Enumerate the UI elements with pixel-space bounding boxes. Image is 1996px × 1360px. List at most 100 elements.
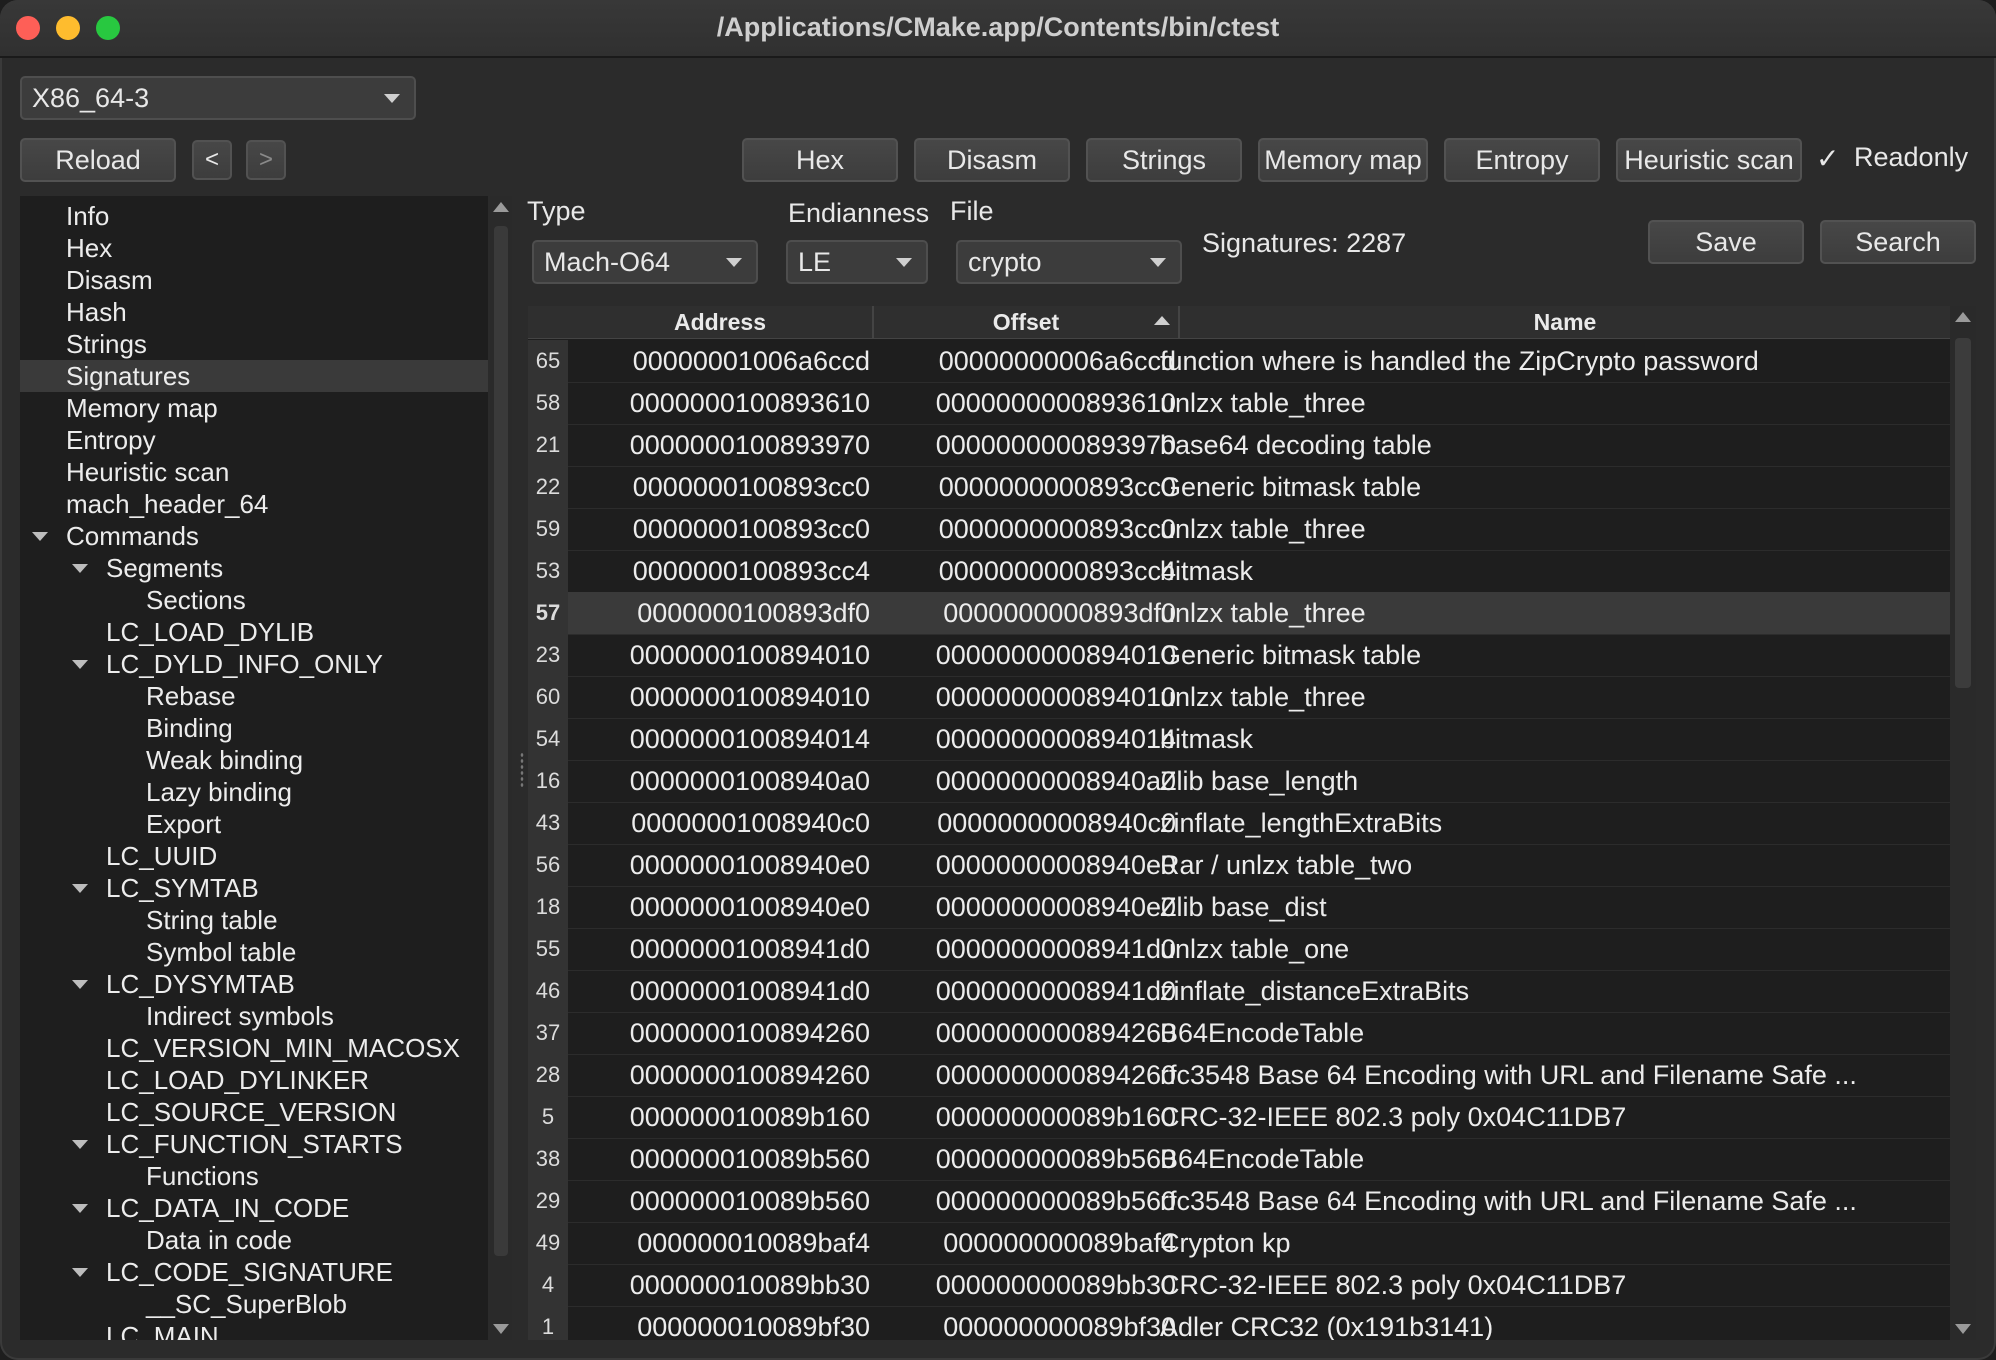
tree-item[interactable]: Memory map (20, 392, 488, 424)
type-combo[interactable]: Mach-O64 (532, 240, 758, 284)
table-row[interactable]: 58 0000000100893610 0000000000893610 unlzx … (528, 382, 1950, 425)
tree-item[interactable]: LC_SOURCE_VERSION (20, 1096, 488, 1128)
table-row[interactable]: 23 0000000100894010 0000000000894010 Generi… (528, 634, 1950, 677)
table-row[interactable]: 16 00000001008940a0 00000000008940a0 Zlib b… (528, 760, 1950, 803)
table-row[interactable]: 65 00000001006a6ccd 00000000006a6ccd functi… (528, 340, 1950, 383)
tree-item[interactable]: LC_MAIN (20, 1320, 488, 1340)
table-row[interactable]: 60 0000000100894010 0000000000894010 unlzx … (528, 676, 1950, 719)
forward-button[interactable]: > (246, 140, 286, 180)
table-scrollbar[interactable] (1950, 306, 1976, 1340)
tree-item[interactable]: LC_DATA_IN_CODE (20, 1192, 488, 1224)
tree-item[interactable]: LC_FUNCTION_STARTS (20, 1128, 488, 1160)
tree-item-label: LC_UUID (106, 841, 218, 871)
reload-button[interactable]: Reload (20, 138, 176, 182)
tree-item[interactable]: Signatures (20, 360, 488, 392)
tree-item[interactable]: Strings (20, 328, 488, 360)
expand-arrow-icon[interactable] (72, 884, 88, 893)
tree-item[interactable]: LC_CODE_SIGNATURE (20, 1256, 488, 1288)
entropy-button[interactable]: Entropy (1444, 138, 1600, 182)
tree-item[interactable]: Sections (20, 584, 488, 616)
expand-arrow-icon[interactable] (72, 660, 88, 669)
address-cell: 00000001008941d0 (629, 976, 870, 1006)
tree-item[interactable]: Hash (20, 296, 488, 328)
search-button[interactable]: Search (1820, 220, 1976, 264)
table-row[interactable]: 37 0000000100894260 0000000000894260 B64Enc… (528, 1012, 1950, 1055)
table-row[interactable]: 18 00000001008940e0 00000000008940e0 Zlib b… (528, 886, 1950, 929)
offset-cell: 000000000089b560 (935, 1186, 1176, 1216)
tree-item[interactable]: Lazy binding (20, 776, 488, 808)
tree-item[interactable]: Heuristic scan (20, 456, 488, 488)
scroll-down-icon[interactable] (493, 1324, 509, 1334)
tree-item[interactable]: Disasm (20, 264, 488, 296)
column-header-name[interactable]: Name (1180, 306, 1950, 338)
table-row[interactable]: 54 0000000100894014 0000000000894014 bitmas… (528, 718, 1950, 761)
tree-item[interactable]: Entropy (20, 424, 488, 456)
scroll-up-icon[interactable] (1955, 312, 1971, 322)
back-button[interactable]: < (192, 140, 232, 180)
tree-scrollbar-thumb[interactable] (494, 226, 508, 1256)
tree-item[interactable]: LC_DYSYMTAB (20, 968, 488, 1000)
tree-item[interactable]: Binding (20, 712, 488, 744)
tree-item[interactable]: Info (20, 200, 488, 232)
tree-item[interactable]: LC_VERSION_MIN_MACOSX (20, 1032, 488, 1064)
table-row[interactable]: 21 0000000100893970 0000000000893970 base64… (528, 424, 1950, 467)
tree-item[interactable]: LC_LOAD_DYLIB (20, 616, 488, 648)
expand-arrow-icon[interactable] (72, 1140, 88, 1149)
tree-item[interactable]: mach_header_64 (20, 488, 488, 520)
disasm-button[interactable]: Disasm (914, 138, 1070, 182)
table-row[interactable]: 5 000000010089b160 000000000089b160 CRC-32-… (528, 1096, 1950, 1139)
memory-map-button[interactable]: Memory map (1258, 138, 1428, 182)
tree-item[interactable]: Symbol table (20, 936, 488, 968)
strings-button[interactable]: Strings (1086, 138, 1242, 182)
table-row[interactable]: 59 0000000100893cc0 0000000000893cc0 unlzx … (528, 508, 1950, 551)
table-row[interactable]: 46 00000001008941d0 00000000008941d0 zinfla… (528, 970, 1950, 1013)
tree-item[interactable]: Export (20, 808, 488, 840)
column-header-address[interactable]: Address (568, 306, 874, 338)
tree-item[interactable]: LC_UUID (20, 840, 488, 872)
table-row[interactable]: 55 00000001008941d0 00000000008941d0 unlzx … (528, 928, 1950, 971)
table-row[interactable]: 43 00000001008940c0 00000000008940c0 zinfla… (528, 802, 1950, 845)
table-row[interactable]: 56 00000001008940e0 00000000008940e0 Rar / … (528, 844, 1950, 887)
tree-item[interactable]: Commands (20, 520, 488, 552)
table-row[interactable]: 1 000000010089bf30 000000000089bf30 Adler C… (528, 1306, 1950, 1340)
table-row[interactable]: 4 000000010089bb30 000000000089bb30 CRC-32-… (528, 1264, 1950, 1307)
tree-item[interactable]: Weak binding (20, 744, 488, 776)
table-row[interactable]: 28 0000000100894260 0000000000894260 rfc354… (528, 1054, 1950, 1097)
splitter-handle[interactable] (520, 752, 524, 788)
expand-arrow-icon[interactable] (72, 980, 88, 989)
tree-item[interactable]: LC_DYLD_INFO_ONLY (20, 648, 488, 680)
scroll-down-icon[interactable] (1955, 1324, 1971, 1334)
column-header-offset[interactable]: Offset (874, 306, 1180, 338)
save-button[interactable]: Save (1648, 220, 1804, 264)
tree-item[interactable]: Segments (20, 552, 488, 584)
tree-scrollbar[interactable] (490, 196, 512, 1340)
expand-arrow-icon[interactable] (72, 1268, 88, 1277)
tree-item[interactable]: Hex (20, 232, 488, 264)
tree-item[interactable]: Indirect symbols (20, 1000, 488, 1032)
table-scrollbar-thumb[interactable] (1955, 338, 1971, 688)
expand-arrow-icon[interactable] (72, 1204, 88, 1213)
tree-item[interactable]: LC_SYMTAB (20, 872, 488, 904)
tree-item[interactable]: LC_LOAD_DYLINKER (20, 1064, 488, 1096)
scroll-up-icon[interactable] (493, 202, 509, 212)
table-row[interactable]: 29 000000010089b560 000000000089b560 rfc354… (528, 1180, 1950, 1223)
tree-item[interactable]: Data in code (20, 1224, 488, 1256)
tree-item[interactable]: String table (20, 904, 488, 936)
hex-button[interactable]: Hex (742, 138, 898, 182)
expand-arrow-icon[interactable] (32, 532, 48, 541)
tree-item[interactable]: __SC_SuperBlob (20, 1288, 488, 1320)
table-row[interactable]: 38 000000010089b560 000000000089b560 B64Enc… (528, 1138, 1950, 1181)
table-row[interactable]: 22 0000000100893cc0 0000000000893cc0 Generi… (528, 466, 1950, 509)
table-row[interactable]: 53 0000000100893cc4 0000000000893cc4 bitmas… (528, 550, 1950, 593)
tree-item[interactable]: Functions (20, 1160, 488, 1192)
table-row[interactable]: 49 000000010089baf4 000000000089baf4 Crypto… (528, 1222, 1950, 1265)
table-row[interactable]: 57 0000000100893df0 0000000000893df0 unlzx … (528, 592, 1950, 635)
file-combo[interactable]: crypto (956, 240, 1182, 284)
architecture-combo[interactable]: X86_64-3 (20, 76, 416, 120)
tree-item[interactable]: Rebase (20, 680, 488, 712)
endianness-combo[interactable]: LE (786, 240, 928, 284)
signatures-table[interactable]: Address Offset Name 65 00000001006a6ccd 00… (528, 306, 1950, 1340)
heuristic-scan-button[interactable]: Heuristic scan (1616, 138, 1802, 182)
navigation-tree[interactable]: Info Hex Disasm Hash Strings Signatures Memory… (20, 196, 488, 1340)
expand-arrow-icon[interactable] (72, 564, 88, 573)
